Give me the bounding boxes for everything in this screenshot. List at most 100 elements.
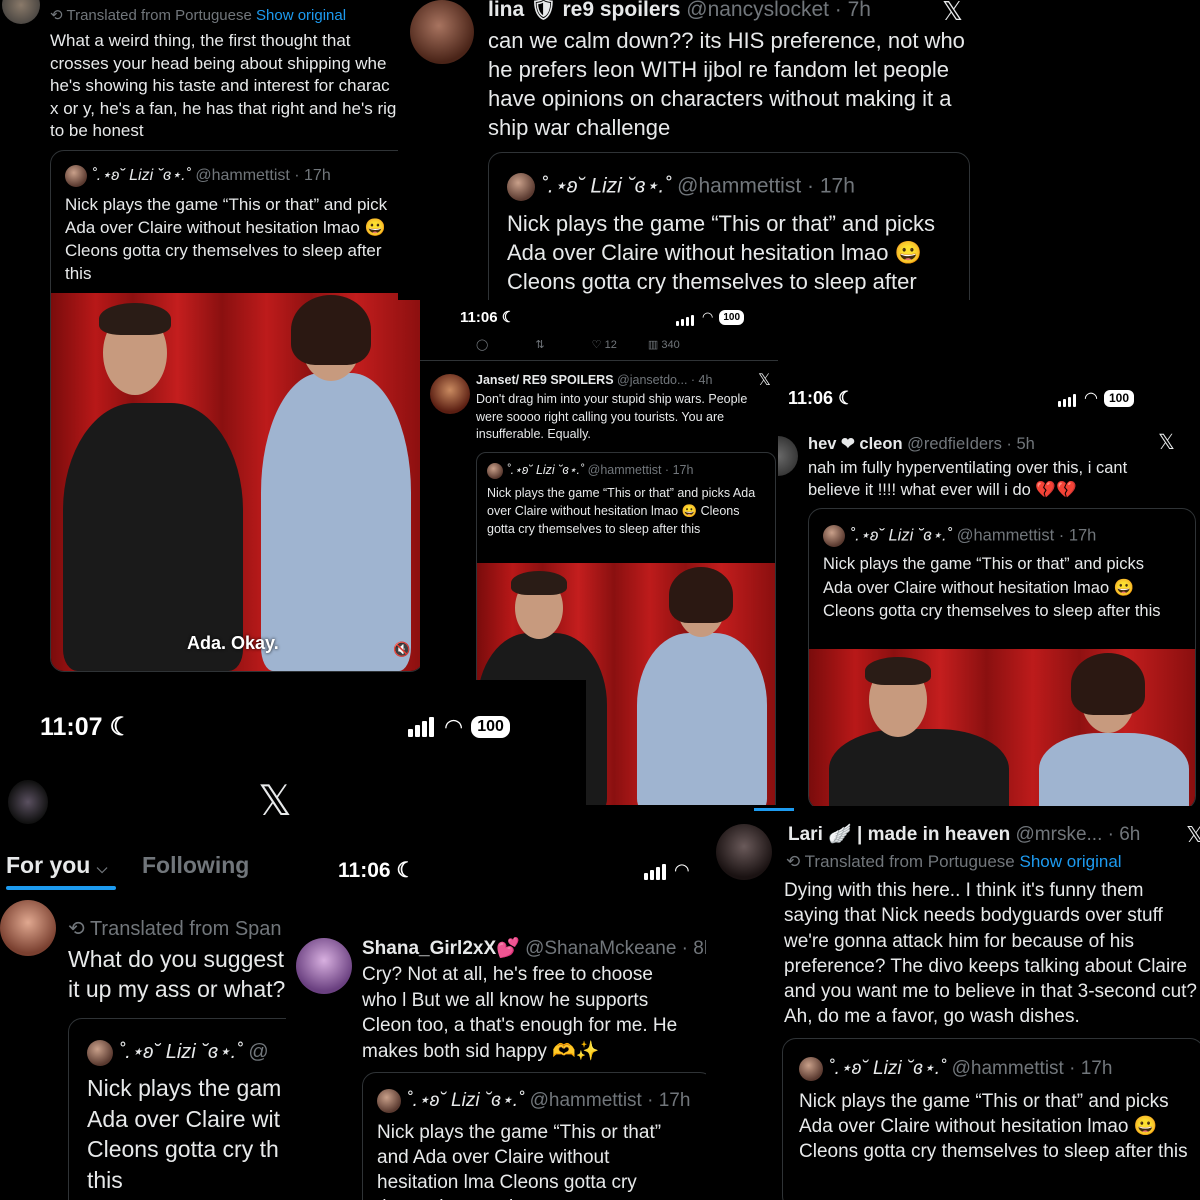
repost-icon[interactable]: ⇅ xyxy=(535,339,544,351)
like-icon[interactable]: ♡ 12 xyxy=(592,339,617,351)
views-icon[interactable]: ▥ 340 xyxy=(648,339,680,351)
translation-notice: ⟲ Translated from Portuguese Show origin… xyxy=(50,7,347,24)
tweet-author: lina 🛡 re9 spoilers @nancyslocket · 7h xyxy=(488,0,871,22)
author-name[interactable]: lina 🛡 re9 spoilers xyxy=(488,0,680,21)
quoted-tweet[interactable]: ˚.⋆ʚ˘ Lizi ˘ɞ⋆.˚ @hammettist · 17h Nick … xyxy=(782,1038,1200,1200)
author-name[interactable]: Shana_Girl2xX💕 xyxy=(362,938,520,959)
battery-indicator: 100 xyxy=(1103,389,1134,407)
status-icons: ◠ 100 xyxy=(1058,388,1134,408)
user-avatar[interactable] xyxy=(430,374,470,414)
quote-avatar xyxy=(65,165,87,187)
x-logo-icon[interactable]: 𝕏 xyxy=(1158,430,1175,455)
moon-icon: ☾ xyxy=(396,859,416,882)
translate-icon: ⟲ xyxy=(786,852,805,871)
user-avatar[interactable] xyxy=(410,0,474,64)
status-time: 11:06 ☾ xyxy=(788,388,855,408)
status-time: 11:06 ☾ xyxy=(460,309,516,326)
author-handle[interactable]: @ShanaMckeane · 8h xyxy=(525,938,706,959)
mute-icon[interactable]: 🔇 xyxy=(393,641,410,658)
signal-icon xyxy=(644,862,668,880)
quoted-tweet[interactable]: ˚.⋆ʚ˘ Lizi ˘ɞ⋆.˚ @hammettist · 17h Nick … xyxy=(488,152,970,300)
quoted-tweet[interactable]: ˚.⋆ʚ˘ Lizi ˘ɞ⋆.˚ @hammettist · 17h Nick … xyxy=(362,1072,706,1200)
quote-header: ˚.⋆ʚ˘ Lizi ˘ɞ⋆.˚ @hammettist · 17h xyxy=(823,525,1096,547)
signal-icon xyxy=(408,717,436,737)
author-handle[interactable]: @mrske... · 6h xyxy=(1016,824,1141,845)
author-name[interactable]: Lari 🪽 | made in heaven xyxy=(788,824,1010,845)
quote-header: ˚.⋆ʚ˘ Lizi ˘ɞ⋆.˚ @ xyxy=(87,1039,269,1066)
quote-avatar xyxy=(799,1057,823,1081)
quote-header: ˚.⋆ʚ˘ Lizi ˘ɞ⋆.˚ @hammettist · 17h xyxy=(487,462,693,479)
user-avatar[interactable] xyxy=(2,0,40,24)
tweet-body: What do you suggest it up my ass or what… xyxy=(68,946,286,1002)
moon-icon: ☾ xyxy=(501,309,516,326)
screenshot-panel-7: Lari 🪽 | made in heaven @mrske... · 6h 𝕏… xyxy=(706,808,1200,1200)
tab-following[interactable]: Following xyxy=(142,852,249,879)
tab-for-you[interactable]: For you ⌵ xyxy=(6,852,107,879)
tweet-body: Cry? Not at all, he's free to choose who… xyxy=(362,964,678,1062)
status-time: 11:07 ☾ xyxy=(40,713,132,741)
quote-avatar xyxy=(823,525,845,547)
reply-icon[interactable]: ◯ xyxy=(476,339,488,351)
quote-text: Nick plays the game “This or that” and p… xyxy=(65,195,388,283)
author-handle[interactable]: @jansetdo... · 4h xyxy=(617,373,712,387)
author-handle[interactable]: @nancyslocket · 7h xyxy=(686,0,871,21)
woman-figure xyxy=(637,633,767,805)
author-name[interactable]: Janset/ RE9 SPOILERS xyxy=(476,373,614,387)
x-logo-icon[interactable]: 𝕏 xyxy=(758,370,771,390)
video-caption: Ada. Okay. xyxy=(187,633,279,653)
wifi-icon: ◠ xyxy=(1084,390,1098,407)
screenshot-panel-4: 11:06 ☾ ◠ 100 hev ❤ cleon @redfieIders ·… xyxy=(778,360,1200,806)
quote-avatar xyxy=(487,462,503,479)
moon-icon: ☾ xyxy=(109,713,132,741)
tweet-body: can we calm down?? its HIS preference, n… xyxy=(488,28,965,140)
tweet-author: hev ❤ cleon @redfieIders · 5h xyxy=(808,434,1035,454)
tweet-author: Shana_Girl2xX💕 @ShanaMckeane · 8h xyxy=(362,936,706,960)
translate-icon: ⟲ xyxy=(50,7,67,24)
quote-header: ˚.⋆ʚ˘ Lizi ˘ɞ⋆.˚ @hammettist · 17h xyxy=(377,1089,690,1113)
author-handle[interactable]: @redfieIders · 5h xyxy=(907,435,1035,453)
status-icons: ◠ 100 xyxy=(408,714,510,740)
x-logo-icon[interactable]: 𝕏 xyxy=(942,0,963,27)
quote-avatar xyxy=(377,1089,401,1113)
quote-header: ˚.⋆ʚ˘ Lizi ˘ɞ⋆.˚ @hammettist · 17h xyxy=(65,165,331,187)
signal-icon xyxy=(1058,389,1078,407)
status-icons: ◠ 100 xyxy=(676,308,745,326)
man-figure xyxy=(829,729,1009,806)
tweet-author: Janset/ RE9 SPOILERS @jansetdo... · 4h xyxy=(476,373,712,387)
quote-text: Nick plays the game “This or that” and p… xyxy=(487,486,756,536)
status-time: 11:06 ☾ xyxy=(338,859,416,882)
wifi-icon: ◠ xyxy=(674,860,690,880)
video-thumbnail[interactable]: Ada. Okay. 🔇 xyxy=(51,293,420,671)
quote-text: Nick plays the game “This or that” and p… xyxy=(507,211,935,294)
wifi-icon: ◠ xyxy=(444,714,464,739)
quote-text: Nick plays the game “This or that” and p… xyxy=(823,555,1161,620)
signal-icon xyxy=(676,308,696,326)
quote-header: ˚.⋆ʚ˘ Lizi ˘ɞ⋆.˚ @hammettist · 17h xyxy=(507,173,855,201)
video-thumbnail[interactable] xyxy=(809,649,1195,806)
chevron-down-icon: ⌵ xyxy=(96,860,108,876)
quoted-tweet[interactable]: ˚.⋆ʚ˘ Lizi ˘ɞ⋆.˚ @hammettist · 17h Nick … xyxy=(50,150,420,672)
quote-header: ˚.⋆ʚ˘ Lizi ˘ɞ⋆.˚ @hammettist · 17h xyxy=(799,1057,1112,1081)
screenshot-panel-2: lina 🛡 re9 spoilers @nancyslocket · 7h 𝕏… xyxy=(398,0,970,300)
author-name[interactable]: hev ❤ cleon xyxy=(808,435,903,453)
profile-avatar[interactable] xyxy=(8,780,48,824)
woman-figure xyxy=(1039,733,1189,806)
quote-avatar xyxy=(507,173,535,201)
user-avatar[interactable] xyxy=(778,436,798,476)
quote-avatar xyxy=(87,1039,113,1066)
tweet-actions: ◯ ⇅ ♡ 12 ▥ 340 xyxy=(476,338,680,351)
tweet-author: Lari 🪽 | made in heaven @mrske... · 6h xyxy=(788,822,1140,846)
show-original-link[interactable]: Show original xyxy=(256,7,346,24)
user-avatar[interactable] xyxy=(716,824,772,880)
quote-text: Nick plays the game “This or that” and A… xyxy=(377,1122,662,1200)
screenshot-panel-6: 11:06 ☾ ◠ Shana_Girl2xX💕 @ShanaMckeane ·… xyxy=(286,826,706,1200)
quoted-tweet[interactable]: ˚.⋆ʚ˘ Lizi ˘ɞ⋆.˚ @hammettist · 17h Nick … xyxy=(808,508,1196,806)
x-logo-icon[interactable]: 𝕏 xyxy=(1186,822,1200,848)
user-avatar[interactable] xyxy=(296,938,352,994)
translation-notice: ⟲ Translated from Span xyxy=(68,918,282,940)
tweet-body: Don't drag him into your stupid ship war… xyxy=(476,392,748,441)
show-original-link[interactable]: Show original xyxy=(1020,852,1122,871)
user-avatar[interactable] xyxy=(0,900,56,956)
x-logo-icon[interactable]: 𝕏 xyxy=(258,776,292,825)
battery-indicator: 100 xyxy=(719,309,745,325)
